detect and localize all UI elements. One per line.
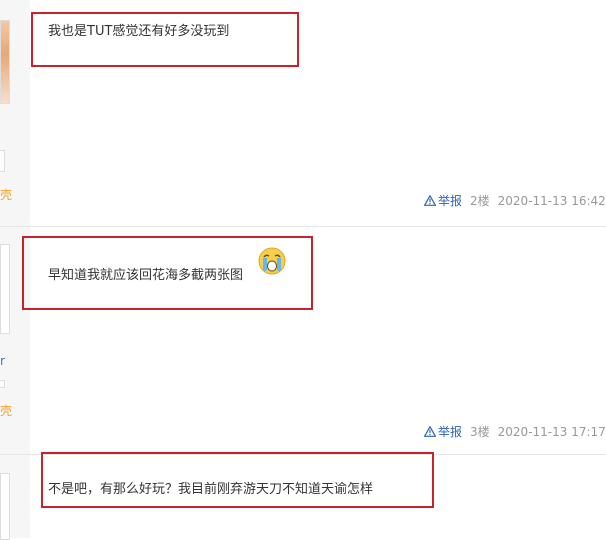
sidebar-button[interactable] — [0, 150, 5, 172]
report-link[interactable]: 举报 — [424, 192, 462, 209]
warning-icon — [424, 426, 436, 437]
floor-number: 2楼 — [470, 194, 490, 208]
post-content: 不是吧，有那么好玩？我目前刚弃游天刀不知道天谕怎样 — [48, 482, 374, 497]
user-avatar[interactable] — [0, 244, 10, 334]
report-label[interactable]: 举报 — [438, 192, 462, 209]
crying-emoji-icon — [258, 247, 286, 275]
username-link[interactable]: r — [0, 354, 5, 368]
post-time: 2020-11-13 17:17 — [497, 424, 606, 439]
sidebar-button[interactable] — [0, 380, 5, 388]
user-avatar[interactable] — [0, 473, 10, 540]
post-content: 我也是TUT感觉还有好多没玩到 — [48, 24, 230, 39]
post-divider — [0, 226, 606, 227]
post-meta: 举报 2楼 2020-11-13 16:42 回 — [424, 192, 606, 209]
user-badge-icon: 壳 — [0, 404, 13, 418]
report-link[interactable]: 举报 — [424, 423, 462, 440]
floor-number: 3楼 — [470, 425, 490, 439]
user-avatar[interactable] — [0, 20, 10, 104]
post-meta: 举报 3楼 2020-11-13 17:17 回 — [424, 423, 606, 440]
warning-icon — [424, 195, 436, 206]
post-time: 2020-11-13 16:42 — [497, 193, 606, 208]
user-badge-icon: 壳 — [0, 188, 13, 202]
post-content: 早知道我就应该回花海多截两张图 — [48, 268, 244, 283]
report-label[interactable]: 举报 — [438, 423, 462, 440]
